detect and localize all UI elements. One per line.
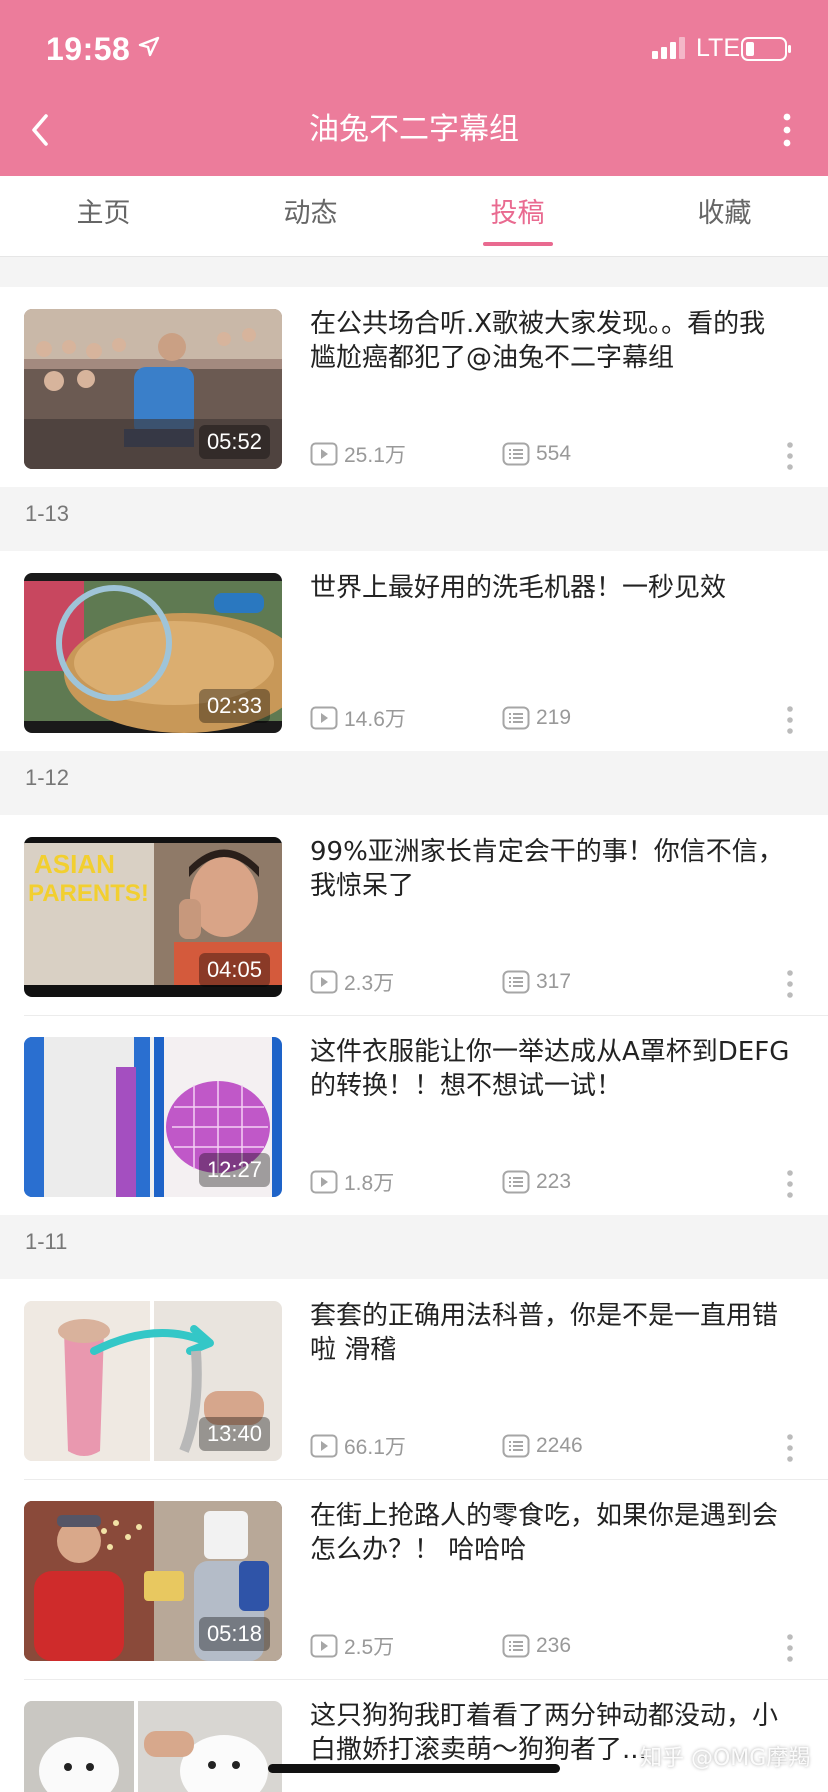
page-title: 油兔不二字幕组 [309, 112, 519, 147]
date-label: 1-13 [25, 501, 70, 526]
date-header: 1-13 [0, 487, 828, 551]
tab-home[interactable]: 主页 [0, 176, 207, 256]
video-item[interactable]: 05:18 在街上抢路人的零食吃，如果你是遇到会怎么办？！ 哈哈哈 2.5万 2… [0, 1479, 828, 1679]
play-icon [310, 1634, 338, 1658]
play-count: 2.5万 [310, 1631, 394, 1661]
video-duration: 13:40 [198, 1417, 270, 1451]
view-count: 25.1万 [344, 444, 406, 467]
comment-icon [502, 1170, 530, 1194]
play-count: 14.6万 [310, 703, 406, 733]
item-divider [24, 1015, 828, 1016]
item-divider [24, 1679, 828, 1680]
comment-count: 219 [502, 703, 571, 733]
item-divider [24, 1479, 828, 1480]
play-icon [310, 1170, 338, 1194]
active-tab-indicator [483, 242, 553, 246]
item-more-icon[interactable] [784, 1433, 796, 1463]
network-type: LTE [696, 34, 740, 62]
date-label: 1-11 [25, 1229, 68, 1254]
watermark: 知乎 @OMG摩羯 [640, 1746, 811, 1771]
video-item[interactable]: 这只狗狗我盯着看了两分钟动都没动，小白撒娇打滚卖萌～狗狗者了... [0, 1679, 828, 1792]
video-title[interactable]: 这件衣服能让你一举达成从A罩杯到DEFG的转换！！想不想试一试！ [310, 1035, 790, 1103]
white-dog-image [24, 1701, 282, 1792]
comment-icon [502, 1634, 530, 1658]
comment-icon [502, 970, 530, 994]
view-count: 2.5万 [344, 1636, 395, 1659]
video-title[interactable]: 99%亚洲家长肯定会干的事！你信不信，我惊呆了 [310, 835, 790, 903]
play-icon [310, 970, 338, 994]
comment-icon [502, 442, 530, 466]
video-duration: 05:52 [198, 425, 270, 459]
item-more-icon[interactable] [784, 969, 796, 999]
comment-count: 554 [502, 439, 571, 469]
video-item[interactable]: 13:40 套套的正确用法科普，你是不是一直用错啦 滑稽 66.1万 2246 [0, 1279, 828, 1479]
comment-number: 223 [536, 1170, 572, 1193]
video-thumbnail[interactable]: 02:33 [24, 573, 282, 733]
video-item[interactable]: ASIAN PARENTS! 04:05 99%亚洲家长肯定会干的事！你信不信，… [0, 815, 828, 1015]
video-item[interactable]: 12:27 这件衣服能让你一举达成从A罩杯到DEFG的转换！！想不想试一试！ 1… [0, 1015, 828, 1215]
comment-icon [502, 1434, 530, 1458]
comment-count: 317 [502, 967, 571, 997]
comment-number: 317 [536, 970, 572, 993]
video-duration: 02:33 [198, 689, 270, 723]
video-item[interactable]: 05:52 在公共场合听.X歌被大家发现。。看的我尴尬癌都犯了@油兔不二字幕组 … [0, 287, 828, 487]
comment-number: 2246 [536, 1434, 583, 1457]
video-item[interactable]: 02:33 世界上最好用的洗毛机器！一秒见效 14.6万 219 [0, 551, 828, 751]
video-duration: 05:18 [198, 1617, 270, 1651]
play-icon [310, 1434, 338, 1458]
comment-number: 554 [536, 442, 572, 465]
comment-count: 223 [502, 1167, 571, 1197]
date-label: 1-15 [25, 257, 69, 263]
play-count: 1.8万 [310, 1167, 394, 1197]
video-thumbnail[interactable]: 05:52 [24, 309, 282, 469]
video-title[interactable]: 在街上抢路人的零食吃，如果你是遇到会怎么办？！ 哈哈哈 [310, 1499, 790, 1567]
play-icon [310, 706, 338, 730]
video-thumbnail[interactable]: 13:40 [24, 1301, 282, 1461]
app-header: 19:58 LTE 油兔不二字幕组 [0, 0, 828, 176]
play-count: 2.3万 [310, 967, 394, 997]
more-options-icon[interactable] [778, 112, 796, 148]
item-more-icon[interactable] [784, 1633, 796, 1663]
item-more-icon[interactable] [784, 705, 796, 735]
video-title[interactable]: 在公共场合听.X歌被大家发现。。看的我尴尬癌都犯了@油兔不二字幕组 [310, 307, 790, 375]
date-label: 1-12 [25, 765, 70, 790]
comment-number: 219 [536, 706, 572, 729]
video-duration: 04:05 [198, 953, 270, 987]
play-icon [310, 442, 338, 466]
signal-strength-icon [652, 37, 685, 59]
comment-count: 2246 [502, 1431, 583, 1461]
video-thumbnail[interactable]: ASIAN PARENTS! 04:05 [24, 837, 282, 997]
play-count: 25.1万 [310, 439, 406, 469]
video-duration: 12:27 [198, 1153, 270, 1187]
view-count: 66.1万 [344, 1436, 406, 1459]
profile-tabs: 主页 动态 投稿 收藏 [0, 176, 828, 257]
video-list[interactable]: 1-15 05:52 在公共场合听.X歌被大家发现。。看的我尴尬癌都犯了@油兔不… [0, 257, 828, 1792]
svg-text:PARENTS!: PARENTS! [28, 880, 149, 907]
date-header: 1-11 [0, 1215, 828, 1279]
tab-activity[interactable]: 动态 [207, 176, 414, 256]
play-count: 66.1万 [310, 1431, 406, 1461]
view-count: 14.6万 [344, 708, 406, 731]
video-thumbnail[interactable]: 12:27 [24, 1037, 282, 1197]
battery-icon [741, 37, 791, 61]
item-more-icon[interactable] [784, 1169, 796, 1199]
view-count: 1.8万 [344, 1172, 395, 1195]
item-more-icon[interactable] [784, 441, 796, 471]
video-title[interactable]: 世界上最好用的洗毛机器！一秒见效 [310, 571, 790, 605]
date-header: 1-15 [0, 257, 828, 287]
comment-icon [502, 706, 530, 730]
svg-text:ASIAN: ASIAN [34, 849, 115, 879]
comment-count: 236 [502, 1631, 571, 1661]
date-header: 1-12 [0, 751, 828, 815]
home-indicator [268, 1764, 560, 1773]
view-count: 2.3万 [344, 972, 395, 995]
tab-favorites[interactable]: 收藏 [621, 176, 828, 256]
comment-number: 236 [536, 1634, 572, 1657]
video-thumbnail[interactable]: 05:18 [24, 1501, 282, 1661]
video-thumbnail[interactable] [24, 1701, 282, 1792]
status-time: 19:58 [46, 31, 131, 67]
location-arrow-icon [138, 36, 160, 57]
video-title[interactable]: 套套的正确用法科普，你是不是一直用错啦 滑稽 [310, 1299, 790, 1367]
